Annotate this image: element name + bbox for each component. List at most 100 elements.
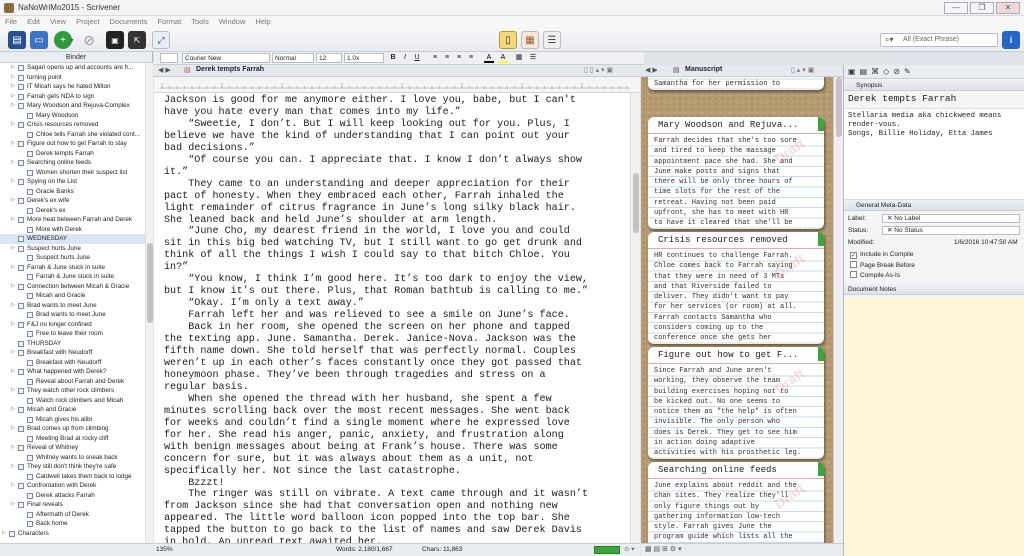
binder-item[interactable]: ▷ Spying on the List xyxy=(0,177,145,187)
disclosure-triangle-icon[interactable]: ▷ xyxy=(2,529,6,539)
disclosure-triangle-icon[interactable]: ▷ xyxy=(11,282,15,292)
editor-text-area[interactable]: Jackson is good for me anymore either. I… xyxy=(154,93,630,543)
inspector-tab-icons[interactable]: ▣▤⌘◇⊘✎ xyxy=(848,67,915,76)
ruler[interactable] xyxy=(154,77,640,93)
binder-item[interactable]: ▷ Figure out how to get Farrah to stay xyxy=(0,139,145,149)
text-color-icon[interactable]: A xyxy=(484,53,494,63)
disclosure-triangle-icon[interactable]: ▷ xyxy=(11,367,15,377)
style-select[interactable] xyxy=(160,53,178,63)
binder-item[interactable]: Derek attacks Farrah xyxy=(0,491,145,501)
binder-item[interactable]: Chloe tells Farrah she violated cont... xyxy=(0,130,145,140)
folder-icon[interactable]: ▭ xyxy=(30,31,48,49)
view-corkboard-icon[interactable]: ▦ xyxy=(521,31,539,49)
binder-item[interactable]: ▷ They still don't think they're safe xyxy=(0,462,145,472)
cork-history-icon[interactable]: ◀ ▶ xyxy=(645,66,658,74)
composition-icon[interactable]: ⇱ xyxy=(128,31,146,49)
font-size-select[interactable]: 12 xyxy=(316,53,342,63)
align-center-icon[interactable]: ≡ xyxy=(442,53,452,63)
binder-item[interactable]: ▷ Brad comes up from climbing xyxy=(0,424,145,434)
synopsis-header[interactable]: Synopsis xyxy=(844,80,1024,91)
cork-footer-icons[interactable]: ▦ ▤ ⊞ ⚙ ▾ xyxy=(645,545,682,553)
binder-item[interactable]: ▷ Brad wants to meet June xyxy=(0,301,145,311)
binder-item[interactable]: ▷ Derek's ex wife xyxy=(0,196,145,206)
binder-item[interactable]: Reveal about Farrah and Derek xyxy=(0,377,145,387)
binder-item[interactable]: ▷ turning point xyxy=(0,73,145,83)
binder-item[interactable]: Mary Woodson xyxy=(0,111,145,121)
binder-item[interactable]: ▷ Mary Woodson and Rejuva-Complex xyxy=(0,101,145,111)
binder-item[interactable]: Farrah & June stuck in suite xyxy=(0,272,145,282)
disclosure-triangle-icon[interactable]: ▷ xyxy=(11,177,15,187)
synopsis-title[interactable]: Derek tempts Farrah xyxy=(848,93,956,104)
menu-tools[interactable]: Tools xyxy=(186,16,214,28)
close-button[interactable]: ✕ xyxy=(996,2,1020,14)
binder-item[interactable]: ▷ F&J no longer confined xyxy=(0,320,145,330)
status-select[interactable]: ✕ No Status xyxy=(882,226,1020,235)
disclosure-triangle-icon[interactable]: ▷ xyxy=(11,92,15,102)
disclosure-triangle-icon[interactable]: ▷ xyxy=(11,348,15,358)
disclosure-triangle-icon[interactable]: ▷ xyxy=(11,120,15,130)
label-select[interactable]: ✕ No Label xyxy=(882,214,1020,223)
binder-item[interactable]: Micah and Gracie xyxy=(0,291,145,301)
binder-item[interactable]: ▷ Micah and Gracie xyxy=(0,405,145,415)
index-card[interactable]: Figure out how to get F... Draft Since Far… xyxy=(648,347,824,459)
binder-item[interactable]: Women shorten their suspect list xyxy=(0,168,145,178)
editor-scrollbar[interactable] xyxy=(630,93,640,543)
binder-item[interactable]: ▷ What happened with Derek? xyxy=(0,367,145,377)
binder-item[interactable]: Derek tempts Farrah xyxy=(0,149,145,159)
binder-item[interactable]: Watch rock climbers and Micah xyxy=(0,396,145,406)
disclosure-triangle-icon[interactable]: ▷ xyxy=(11,263,15,273)
disclosure-triangle-icon[interactable]: ▷ xyxy=(11,443,15,453)
binder-item[interactable]: Suspect hurts June xyxy=(0,253,145,263)
binder-item[interactable]: ▷ Breakfast with Neudorff xyxy=(0,348,145,358)
footer-icons[interactable]: ⊙ ▾ xyxy=(624,545,635,553)
corkboard[interactable]: Farrah needs to track downSamantha for h… xyxy=(641,77,843,543)
disclosure-triangle-icon[interactable]: ▷ xyxy=(11,320,15,330)
disclosure-triangle-icon[interactable]: ▷ xyxy=(11,196,15,206)
align-right-icon[interactable]: ≡ xyxy=(454,53,464,63)
align-left-icon[interactable]: ≡ xyxy=(430,53,440,63)
disclosure-triangle-icon[interactable]: ▷ xyxy=(11,215,15,225)
disclosure-triangle-icon[interactable]: ▷ xyxy=(11,244,15,254)
index-card[interactable]: Mary Woodson and Rejuva... Draft Farrah de… xyxy=(648,117,824,229)
bold-button[interactable]: B xyxy=(388,53,398,63)
editor-scroll-thumb[interactable] xyxy=(633,173,639,233)
menu-project[interactable]: Project xyxy=(71,16,104,28)
index-card[interactable]: Crisis resources removed Draft HR continue… xyxy=(648,232,824,344)
cork-header-icons[interactable]: ▯ ▴ ▾ ▣ xyxy=(791,66,814,74)
binder-item[interactable]: ▷ Final reveals xyxy=(0,500,145,510)
index-card[interactable]: Searching online feeds Draft June explains… xyxy=(648,462,824,543)
delete-icon[interactable]: ⊘ xyxy=(80,31,98,49)
highlight-icon[interactable]: A xyxy=(498,53,508,63)
menu-file[interactable]: File xyxy=(0,16,22,28)
page-break-checkbox[interactable]: Page Break Before xyxy=(850,261,915,269)
disclosure-triangle-icon[interactable]: ▷ xyxy=(11,63,15,73)
binder-item[interactable]: ▷ Farrah & June stuck in suite xyxy=(0,263,145,273)
quickref-icon[interactable]: ⤢ xyxy=(152,31,170,49)
search-input[interactable]: ⌕▾ All (Exact Phrase) xyxy=(880,33,998,47)
menu-format[interactable]: Format xyxy=(152,16,186,28)
disclosure-triangle-icon[interactable]: ▷ xyxy=(11,101,15,111)
disclosure-triangle-icon[interactable]: ▷ xyxy=(11,462,15,472)
disclosure-triangle-icon[interactable]: ▷ xyxy=(11,386,15,396)
binder-item[interactable]: Breakfast with Neudorff xyxy=(0,358,145,368)
index-card[interactable]: Farrah needs to track downSamantha for h… xyxy=(648,77,824,90)
disclosure-triangle-icon[interactable]: ▷ xyxy=(11,424,15,434)
disclosure-triangle-icon[interactable]: ▷ xyxy=(11,301,15,311)
binder-item[interactable]: Back home xyxy=(0,519,145,529)
view-scrivenings-icon[interactable]: ▯ xyxy=(499,31,517,49)
binder-item[interactable]: THURSDAY xyxy=(0,339,145,349)
underline-button[interactable]: U xyxy=(412,53,422,63)
disclosure-triangle-icon[interactable]: ▷ xyxy=(11,158,15,168)
binder-item[interactable]: WEDNESDAY xyxy=(0,234,145,244)
binder-item[interactable]: Micah gives his alibi xyxy=(0,415,145,425)
cork-scroll-thumb[interactable] xyxy=(836,77,842,137)
maximize-button[interactable]: ❐ xyxy=(970,2,994,14)
add-dropdown-icon[interactable]: ▾ xyxy=(68,31,76,49)
binder-item[interactable]: ▷ Farrah gets NDA to sign xyxy=(0,92,145,102)
italic-button[interactable]: I xyxy=(400,53,410,63)
binder-scroll-thumb[interactable] xyxy=(147,243,153,323)
disclosure-triangle-icon[interactable]: ▷ xyxy=(11,405,15,415)
binder-item[interactable]: ▷ Sagari opens up and accounts are fr... xyxy=(0,63,145,73)
font-weight-select[interactable]: Normal xyxy=(272,53,314,63)
binder-item[interactable]: ▷ They watch other rock climbers xyxy=(0,386,145,396)
